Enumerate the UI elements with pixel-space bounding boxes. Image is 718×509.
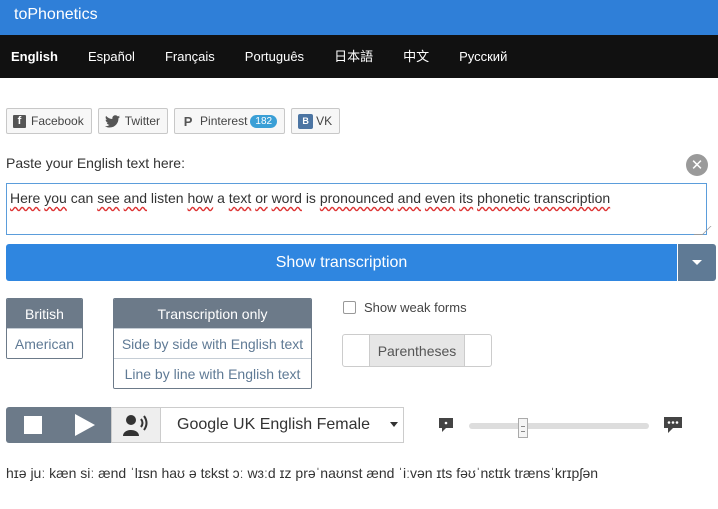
social-share-bar: f Facebook Twitter P Pinterest 182 B VK: [6, 108, 341, 134]
top-bar: toPhonetics: [0, 0, 718, 35]
lang-spanish[interactable]: Español: [73, 35, 150, 78]
input-word: transcription: [533, 190, 611, 206]
parentheses-left-option[interactable]: [343, 335, 369, 366]
voice-settings-button[interactable]: [111, 407, 161, 443]
accent-british[interactable]: British: [7, 299, 82, 328]
facebook-label: Facebook: [31, 114, 84, 128]
input-word: is: [305, 190, 316, 206]
input-word: or: [255, 190, 268, 206]
input-word: can: [70, 190, 94, 206]
input-word: phonetic: [477, 190, 530, 206]
lang-russian[interactable]: Русский: [444, 35, 522, 78]
options-dropdown-button[interactable]: [678, 244, 716, 281]
accent-american[interactable]: American: [7, 328, 82, 358]
voice-select[interactable]: Google UK English Female: [161, 407, 404, 443]
lang-japanese[interactable]: 日本語: [319, 35, 388, 78]
input-word: and: [123, 190, 148, 206]
pinterest-count-badge: 182: [250, 114, 278, 128]
lang-english[interactable]: English: [0, 35, 73, 78]
play-button[interactable]: [59, 407, 111, 443]
input-word: even: [424, 190, 456, 206]
input-label: Paste your English text here:: [6, 155, 185, 171]
weak-forms-label[interactable]: Show weak forms: [364, 300, 467, 315]
output-mode-selector: Transcription only Side by side with Eng…: [113, 298, 312, 389]
input-word: a: [217, 190, 225, 206]
show-transcription-button[interactable]: Show transcription: [6, 244, 677, 281]
pinterest-label: Pinterest: [200, 114, 248, 128]
slow-speed-bubble-icon: [439, 418, 453, 432]
parentheses-option[interactable]: Parentheses: [369, 335, 465, 366]
input-word: and: [397, 190, 422, 206]
lang-chinese[interactable]: 中文: [388, 35, 444, 78]
vk-share-button[interactable]: B VK: [291, 108, 341, 134]
chevron-down-icon: [692, 260, 702, 265]
language-nav: English Español Français Português 日本語 中…: [0, 35, 718, 78]
mode-line-by-line[interactable]: Line by line with English text: [114, 358, 311, 388]
lang-portuguese[interactable]: Português: [230, 35, 319, 78]
weak-forms-option: Show weak forms: [343, 300, 467, 315]
fast-speed-bubble-icon: [664, 417, 682, 433]
weak-forms-checkbox[interactable]: [343, 301, 356, 314]
play-icon: [75, 414, 95, 436]
parentheses-right-option[interactable]: [465, 335, 491, 366]
audio-player: [6, 407, 161, 443]
twitter-label: Twitter: [124, 114, 161, 128]
lang-french[interactable]: Français: [150, 35, 230, 78]
input-word: how: [187, 190, 214, 206]
mode-side-by-side[interactable]: Side by side with English text: [114, 328, 311, 358]
brand-logo[interactable]: toPhonetics: [14, 6, 98, 24]
vk-label: VK: [316, 114, 333, 128]
text-input[interactable]: Here you can see and listen how a text o…: [6, 183, 707, 235]
input-word: see: [97, 190, 120, 206]
stop-icon: [23, 416, 42, 434]
accent-selector: British American: [6, 298, 83, 359]
input-word: text: [228, 190, 252, 206]
transcription-output: hɪə juː kæn siː ænd ˈlɪsn haʊ ə tɛkst ɔː…: [6, 465, 599, 481]
speech-rate-slider[interactable]: [469, 423, 649, 429]
chevron-down-icon: [390, 422, 398, 427]
clear-text-icon[interactable]: ✕: [686, 154, 708, 176]
mode-transcription-only[interactable]: Transcription only: [114, 299, 311, 328]
input-word: its: [459, 190, 474, 206]
input-word: listen: [150, 190, 184, 206]
input-word: pronounced: [319, 190, 394, 206]
pinterest-icon: P: [183, 113, 193, 129]
vk-icon: B: [298, 113, 314, 129]
speaker-icon: [123, 415, 148, 436]
twitter-share-button[interactable]: Twitter: [97, 108, 169, 134]
pinterest-share-button[interactable]: P Pinterest 182: [174, 108, 286, 134]
parentheses-toggle: Parentheses: [342, 334, 492, 367]
voice-selected-value: Google UK English Female: [177, 416, 370, 433]
facebook-icon: f: [13, 114, 26, 128]
stop-button[interactable]: [6, 407, 59, 443]
twitter-icon: [104, 114, 120, 128]
speech-rate-slider-handle[interactable]: [518, 418, 528, 438]
input-word: word: [271, 190, 302, 206]
input-word: you: [44, 190, 67, 206]
input-word: Here: [10, 190, 41, 206]
facebook-share-button[interactable]: f Facebook: [6, 108, 92, 134]
